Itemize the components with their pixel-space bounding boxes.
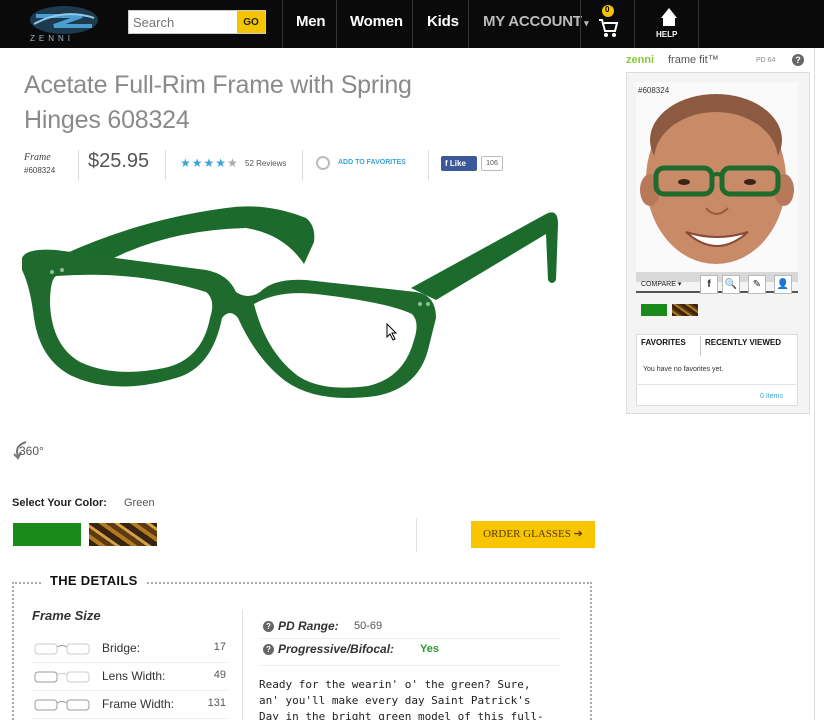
frame-fit-title: frame fit™ <box>668 54 719 66</box>
nav-divider <box>634 0 635 48</box>
details-title: THE DETAILS <box>42 573 146 588</box>
facebook-like-label: Like <box>449 159 466 168</box>
size-row-bridge: Bridge: 17 <box>32 635 228 663</box>
model-photo <box>636 82 798 282</box>
tab-recently-viewed[interactable]: RECENTLY VIEWED <box>705 338 781 347</box>
frame-sku: #608324 <box>24 166 56 175</box>
description-line: Day in the bright green model of this fu… <box>259 710 544 720</box>
size-row-frame-width: Frame Width: 131 <box>32 691 228 719</box>
logo-wordmark: ZENNI <box>30 34 74 43</box>
top-nav: ZENNI GO Men Women Kids MY ACCOUNT ▾ 0 H… <box>0 0 824 48</box>
product-price: $25.95 <box>88 150 150 172</box>
product-title: Acetate Full-Rim Frame with Spring Hinge… <box>24 68 444 138</box>
product-description: Ready for the wearin' o' the green? Sure… <box>259 677 559 720</box>
compare-dropdown[interactable]: COMPARE ▾ <box>641 280 681 288</box>
select-color-label: Select Your Color: <box>12 497 107 509</box>
search-input[interactable] <box>129 11 239 33</box>
order-glasses-button[interactable]: ORDER GLASSES ➔ <box>471 521 595 548</box>
frame-fit-brand: zenni <box>626 54 655 66</box>
size-value: 17 <box>213 641 226 653</box>
add-to-favorites-link[interactable]: ADD TO FAVORITES <box>338 159 406 166</box>
facebook-like-button[interactable]: f Like <box>441 156 477 171</box>
frame-width-measure-icon <box>34 699 90 711</box>
product-title-line1: Acetate Full-Rim Frame with Spring <box>24 71 412 99</box>
frame-size-title: Frame Size <box>32 608 101 623</box>
divider <box>259 665 559 666</box>
progressive-label: Progressive/Bifocal: <box>278 642 395 656</box>
pd-info-icon[interactable]: ? <box>263 621 274 632</box>
user-photo-icon[interactable]: 👤 <box>774 275 792 294</box>
nav-kids[interactable]: Kids <box>427 0 459 48</box>
facebook-like-count: 106 <box>481 156 503 171</box>
rating-stars-filled: ★★★★ <box>180 156 228 170</box>
cart-count: 0 <box>605 5 610 14</box>
size-value: 131 <box>207 697 226 709</box>
divider <box>242 610 243 720</box>
product-title-line2: Hinges 608324 <box>24 106 190 134</box>
pd-range-label: PD Range: <box>278 619 339 633</box>
lens-width-measure-icon <box>34 671 90 683</box>
divider <box>428 150 429 180</box>
size-label: Lens Width: <box>102 669 166 683</box>
rotate-360-label: 360° <box>19 444 44 458</box>
nav-divider <box>336 0 337 48</box>
nav-divider <box>580 0 581 48</box>
selected-color-value: Green <box>124 497 155 509</box>
facebook-share-icon[interactable]: f <box>700 275 718 294</box>
favorites-items-link[interactable]: 0 Items <box>760 393 783 400</box>
size-row-lens-width: Lens Width: 49 <box>32 663 228 691</box>
favorite-circle-icon[interactable] <box>316 156 330 170</box>
reviews-link[interactable]: 52 Reviews <box>245 159 286 168</box>
divider <box>416 518 417 552</box>
product-page: ZENNI GO Men Women Kids MY ACCOUNT ▾ 0 H… <box>0 0 824 720</box>
size-label: Bridge: <box>102 641 141 655</box>
frame-fit-pd: PD 64 <box>756 57 776 64</box>
search-go-button[interactable]: GO <box>237 11 265 33</box>
divider <box>302 150 303 180</box>
nav-my-account-label: MY ACCOUNT <box>483 13 582 30</box>
progressive-value: Yes <box>420 643 439 655</box>
zoom-icon[interactable]: 🔍 <box>722 275 740 294</box>
rating-stars-empty: ★ <box>227 156 239 170</box>
frame-fit-help-icon[interactable]: ? <box>792 54 804 66</box>
description-line: an' you'll make every day Saint Patrick'… <box>259 694 531 707</box>
search-box: GO <box>128 10 266 34</box>
description-line: Ready for the wearin' o' the green? Sure… <box>259 678 531 691</box>
model-face-icon <box>636 82 798 282</box>
fit-swatch-tortoise[interactable] <box>672 304 698 316</box>
nav-men[interactable]: Men <box>296 0 326 48</box>
tab-divider <box>700 336 701 356</box>
rating-stars-icon[interactable]: ★★★★★ <box>180 156 239 170</box>
nav-divider <box>282 0 283 48</box>
size-label: Frame Width: <box>102 697 175 711</box>
divider <box>259 638 559 639</box>
nav-women[interactable]: Women <box>350 0 403 48</box>
progressive-info-icon[interactable]: ? <box>263 644 274 655</box>
nav-divider <box>698 0 699 48</box>
color-swatch-tortoise[interactable] <box>89 523 157 546</box>
tab-favorites[interactable]: FAVORITES <box>641 338 686 347</box>
model-photo-sku: #608324 <box>638 86 670 95</box>
frame-label: Frame <box>24 152 51 163</box>
nav-divider <box>412 0 413 48</box>
help-label: HELP <box>656 30 678 39</box>
divider <box>636 384 798 385</box>
adjust-icon[interactable]: ✎ <box>748 275 766 294</box>
favorites-empty-text: You have no favorites yet. <box>643 366 724 373</box>
bridge-measure-icon <box>34 643 90 655</box>
pd-range-value: 50-69 <box>354 620 383 632</box>
nav-divider <box>468 0 469 48</box>
color-swatch-green[interactable] <box>13 523 81 546</box>
divider <box>165 150 166 180</box>
page-border <box>814 48 815 720</box>
product-image[interactable] <box>16 200 566 410</box>
size-value: 49 <box>213 669 226 681</box>
mouse-cursor-icon <box>386 323 398 341</box>
fit-swatch-green[interactable] <box>641 304 667 316</box>
nav-my-account[interactable]: MY ACCOUNT ▾ <box>483 0 589 48</box>
divider <box>78 150 79 180</box>
